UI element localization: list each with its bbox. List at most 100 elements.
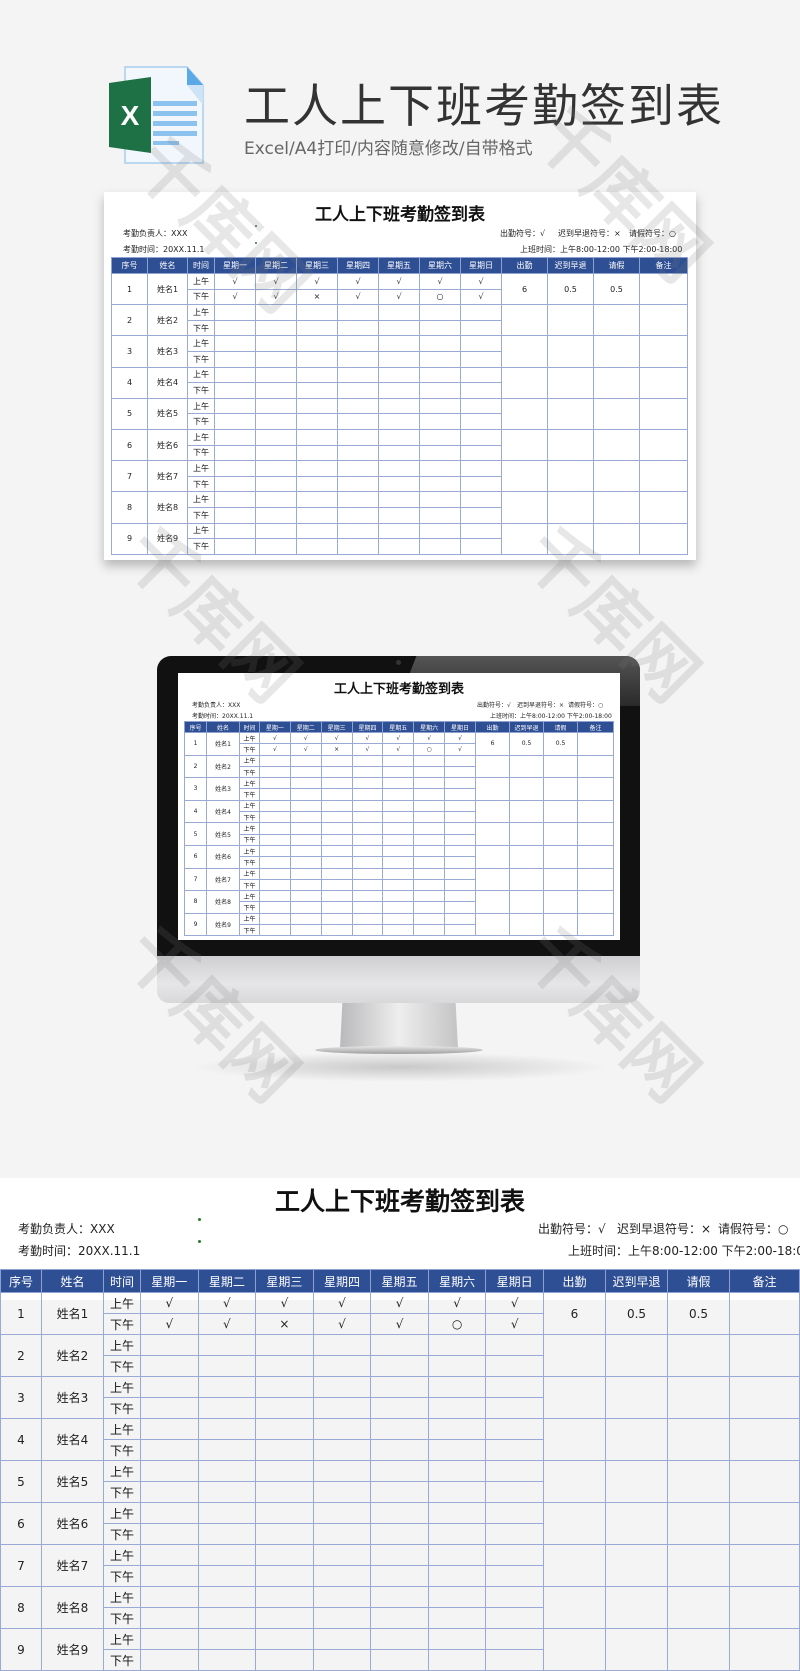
leave-cell: [593, 397, 640, 430]
attendance-cell: [320, 811, 353, 824]
attendance-cell: [370, 1544, 429, 1566]
period-label: 上午: [103, 1418, 141, 1440]
attendance-cell: [255, 1481, 314, 1503]
table-row: 9 姓名9 上午: [111, 522, 688, 555]
attendance-cell: [312, 1565, 372, 1587]
worker-name: 姓名7: [206, 867, 240, 892]
note-cell: [729, 1376, 800, 1419]
attendance-cell: √: [382, 731, 415, 745]
period-label: 上午: [103, 1544, 141, 1566]
work-hours: 上班时间：上午8:00-12:00 下午2:00-18:00: [520, 245, 683, 254]
leave-cell: [593, 304, 640, 337]
note-cell: [729, 1502, 800, 1545]
legend-late: 迟到早退符号：×: [558, 229, 621, 238]
attendance-cell: [419, 382, 461, 399]
attendance-cell: [460, 522, 502, 540]
leave-cell: [667, 1586, 730, 1629]
attendance-cell: [255, 475, 297, 493]
period-label: 上午: [187, 366, 215, 384]
worker-name: 姓名5: [206, 822, 240, 846]
column-header: 备注: [639, 257, 688, 274]
monitor-chin: [157, 956, 640, 1003]
sheet-title: 工人上下班考勤签到表: [315, 205, 485, 225]
attendance-cell: [289, 822, 322, 835]
column-header: 星期四: [337, 257, 379, 274]
column-header: 星期六: [413, 721, 446, 733]
attendance-cell: [289, 777, 322, 790]
period-label: 下午: [103, 1607, 141, 1629]
table-row: 8 姓名8 上午: [111, 491, 688, 524]
attendance-cell: [351, 901, 384, 914]
present-cell: [543, 1502, 606, 1545]
table-row: 2 姓名2 上午: [184, 754, 614, 779]
attendance-cell: [255, 1649, 314, 1671]
attendance-cell: [255, 1502, 314, 1524]
table-row: 3 姓名3 上午: [184, 777, 614, 801]
late-cell: [547, 397, 594, 430]
attendance-cell: [378, 522, 420, 540]
attendance-cell: [214, 397, 256, 415]
note-cell: [577, 844, 614, 869]
period-label: 下午: [187, 319, 215, 337]
attendance-cell: [255, 460, 297, 477]
period-label: 上午: [187, 304, 215, 321]
attendance-cell: [255, 1628, 314, 1650]
attendance-cell: [197, 1565, 257, 1587]
attendance-cell: [351, 799, 384, 813]
leave-cell: [543, 799, 578, 824]
table-row: 4 姓名4 上午: [184, 799, 614, 824]
worker-name: 姓名8: [41, 1586, 104, 1629]
period-label: 下午: [103, 1523, 141, 1545]
attendance-cell: √: [197, 1292, 257, 1314]
table-row: 1 姓名1 上午 √ √ √ √ √ √ √ 6 0.5 0.5: [111, 272, 688, 306]
manager-label: 考勤负责人：XXX: [18, 1222, 115, 1236]
attendance-cell: [255, 1376, 314, 1398]
note-cell: [577, 799, 614, 824]
worker-name: 姓名9: [147, 522, 188, 555]
note-cell: [639, 366, 688, 399]
attendance-cell: [337, 475, 379, 493]
present-cell: [501, 304, 548, 337]
monitor-screen-sheet: 工人上下班考勤签到表 考勤负责人：XXX 考勤时间：20XX.11.1 出勤符号…: [178, 673, 620, 940]
attendance-cell: √: [337, 273, 379, 290]
attendance-cell: [370, 1439, 429, 1461]
attendance-cell: [413, 811, 446, 824]
row-number: 7: [111, 460, 148, 493]
leave-cell: [593, 428, 640, 462]
attendance-cell: [259, 867, 291, 880]
late-cell: [509, 822, 544, 846]
attendance-cell: [259, 765, 291, 779]
attendance-cell: [296, 538, 338, 555]
attendance-cell: [140, 1460, 199, 1482]
period-label: 下午: [239, 856, 260, 869]
legend-leave: 请假符号：○: [568, 702, 604, 709]
late-cell: [605, 1628, 668, 1671]
late-cell: [509, 844, 544, 869]
row-number: 5: [111, 397, 148, 430]
leave-cell: [593, 366, 640, 399]
attendance-cell: [485, 1607, 544, 1629]
attendance-cell: [370, 1502, 429, 1524]
period-label: 上午: [239, 754, 260, 767]
present-cell: [475, 844, 510, 869]
attendance-cell: [255, 491, 297, 508]
attendance-cell: [140, 1544, 199, 1566]
attendance-cell: [214, 350, 256, 368]
attendance-cell: √: [485, 1313, 544, 1335]
attendance-cell: √: [370, 1292, 429, 1314]
attendance-cell: [485, 1334, 544, 1356]
attendance-cell: [140, 1649, 199, 1671]
attendance-cell: √: [444, 743, 476, 756]
attendance-cell: [320, 765, 353, 779]
attendance-cell: [214, 506, 256, 524]
attendance-cell: [382, 822, 415, 835]
period-label: 下午: [239, 765, 260, 779]
late-cell: [547, 522, 594, 555]
attendance-cell: [427, 1481, 487, 1503]
attendance-cell: [312, 1418, 372, 1440]
row-number: 5: [0, 1460, 42, 1503]
attendance-cell: [337, 538, 379, 555]
attendance-cell: [214, 538, 256, 555]
column-header: 星期二: [197, 1269, 257, 1293]
leave-cell: [543, 822, 578, 846]
